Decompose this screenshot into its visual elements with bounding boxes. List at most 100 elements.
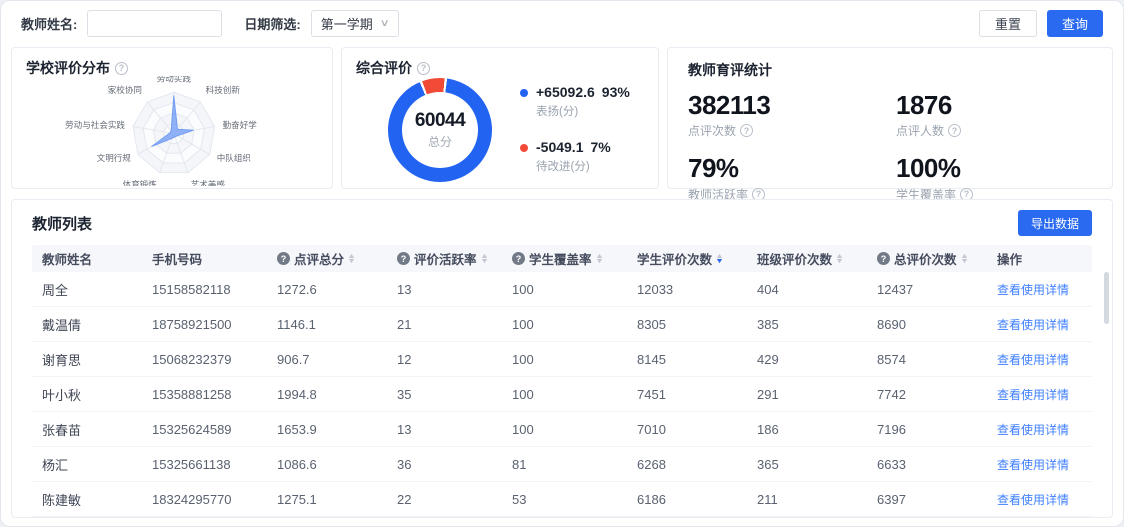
radar-axis-label: 劳动与社会实践: [65, 119, 125, 130]
search-button[interactable]: 查询: [1047, 10, 1103, 37]
sort-icon[interactable]: ▲▼: [596, 254, 603, 264]
radar-axis-label: 劳动实践: [157, 76, 192, 83]
stat-value: 382113: [688, 92, 896, 119]
help-icon[interactable]: ?: [115, 62, 128, 75]
sort-icon[interactable]: ▲▼: [961, 254, 968, 264]
teacher-name-input[interactable]: [87, 10, 222, 37]
column-header-6[interactable]: 学生评价次数▲▼: [627, 249, 747, 268]
table-cell: 1653.9: [267, 422, 387, 437]
table-cell: 385: [747, 317, 867, 332]
sort-desc-icon: ▼: [715, 259, 724, 264]
table-cell: 21: [387, 317, 502, 332]
column-header-8[interactable]: ? 总评价次数 ▲▼: [867, 249, 987, 268]
table-cell: 8574: [867, 352, 987, 367]
column-label: 班级评价次数: [757, 249, 832, 268]
table-cell: 6186: [627, 492, 747, 507]
view-details-link[interactable]: 查看使用详情: [997, 423, 1069, 437]
column-label: 操作: [997, 249, 1022, 268]
help-icon[interactable]: ?: [512, 252, 525, 265]
column-label: 点评总分: [294, 249, 344, 268]
table-cell: 7451: [627, 387, 747, 402]
table-row: 陈建敏183242957701275.1225361862116397查看使用详…: [32, 482, 1092, 517]
column-label: 评价活跃率: [414, 249, 477, 268]
date-filter-select[interactable]: 第一学期 ∨: [311, 10, 399, 37]
radar-axis-label: 文明行规: [97, 152, 132, 163]
table-cell: 12437: [867, 282, 987, 297]
column-header-4[interactable]: ? 评价活跃率 ▲▼: [387, 249, 502, 268]
table-cell: 100: [502, 317, 627, 332]
view-details-link[interactable]: 查看使用详情: [997, 458, 1069, 472]
donut-chart: 60044 总分: [388, 78, 492, 182]
sort-icon[interactable]: ▲▼: [481, 254, 488, 264]
stat-item: 79%教师活跃率?: [688, 155, 896, 202]
legend-label: 表扬(分): [536, 103, 630, 119]
table-row: 周全151585821181272.6131001203340412437查看使…: [32, 272, 1092, 307]
legend-item: -5049.17%待改进(分): [520, 139, 630, 174]
table-cell-actions: 查看使用详情: [987, 316, 1092, 333]
help-icon[interactable]: ?: [417, 62, 430, 75]
reset-button[interactable]: 重置: [979, 10, 1037, 37]
table-cell: 906.7: [267, 352, 387, 367]
legend-percent: 93%: [602, 84, 630, 100]
table-cell: 53: [502, 492, 627, 507]
table-cell: 1275.1: [267, 492, 387, 507]
legend-dot: [520, 144, 528, 152]
summary-cards-row: 学校评价分布 ? 劳动实践科技创新勤奋好学中队组织艺术美感体育锻炼文明行规劳动与…: [11, 47, 1113, 189]
table-cell: 杨汇: [32, 455, 142, 474]
legend-item: +65092.693%表扬(分): [520, 84, 630, 119]
table-cell: 8690: [867, 317, 987, 332]
stat-item: 382113点评次数?: [688, 92, 896, 139]
table-cell: 周全: [32, 280, 142, 299]
stats-card-title-row: 教师育评统计: [688, 60, 1092, 80]
donut-total-label: 总分: [428, 133, 452, 150]
table-cell: 张春苗: [32, 420, 142, 439]
table-cell: 戴温倩: [32, 315, 142, 334]
teacher-name-label: 教师姓名:: [21, 14, 77, 33]
legend-label: 待改进(分): [536, 158, 611, 174]
sort-icon[interactable]: ▲▼: [716, 254, 723, 264]
help-icon[interactable]: ?: [877, 252, 890, 265]
column-label: 学生覆盖率: [529, 249, 592, 268]
table-cell: 6633: [867, 457, 987, 472]
export-data-button[interactable]: 导出数据: [1018, 210, 1092, 236]
donut-total-value: 60044: [415, 110, 465, 132]
table-cell: 35: [387, 387, 502, 402]
radar-axis-label: 体育锻炼: [123, 179, 158, 186]
table-cell: 100: [502, 282, 627, 297]
help-icon[interactable]: ?: [740, 124, 753, 137]
table-title: 教师列表: [32, 213, 92, 234]
sort-icon[interactable]: ▲▼: [348, 254, 355, 264]
sort-icon[interactable]: ▲▼: [836, 254, 843, 264]
dashboard-panel: 教师姓名: 日期筛选: 第一学期 ∨ 重置 查询 学校评价分布 ? 劳动实践科技…: [0, 0, 1124, 527]
help-icon[interactable]: ?: [397, 252, 410, 265]
column-header-7[interactable]: 班级评价次数 ▲▼: [747, 249, 867, 268]
help-icon[interactable]: ?: [277, 252, 290, 265]
view-details-link[interactable]: 查看使用详情: [997, 388, 1069, 402]
column-header-9: 操作: [987, 249, 1092, 268]
table-toolbar: 教师列表 导出数据: [32, 210, 1092, 236]
school-evaluation-card: 学校评价分布 ? 劳动实践科技创新勤奋好学中队组织艺术美感体育锻炼文明行规劳动与…: [11, 47, 333, 189]
table-cell: 陈建敏: [32, 490, 142, 509]
column-header-3[interactable]: ? 点评总分 ▲▼: [267, 249, 387, 268]
table-row: 杨汇153256611381086.6368162683656633查看使用详情: [32, 447, 1092, 482]
column-header-5[interactable]: ? 学生覆盖率 ▲▼: [502, 249, 627, 268]
table-cell: 7742: [867, 387, 987, 402]
view-details-link[interactable]: 查看使用详情: [997, 353, 1069, 367]
table-cell: 1146.1: [267, 317, 387, 332]
table-scrollbar[interactable]: [1104, 272, 1109, 324]
table-body: 周全151585821181272.6131001203340412437查看使…: [32, 272, 1092, 517]
table-cell: 6397: [867, 492, 987, 507]
view-details-link[interactable]: 查看使用详情: [997, 283, 1069, 297]
donut-legend: +65092.693%表扬(分)-5049.17%待改进(分): [520, 84, 630, 174]
radar-axis-label: 中队组织: [217, 152, 252, 163]
table-cell: 13: [387, 422, 502, 437]
column-label: 总评价次数: [894, 249, 957, 268]
table-cell: 谢育思: [32, 350, 142, 369]
view-details-link[interactable]: 查看使用详情: [997, 318, 1069, 332]
table-cell: 365: [747, 457, 867, 472]
view-details-link[interactable]: 查看使用详情: [997, 493, 1069, 507]
table-cell: 12: [387, 352, 502, 367]
table-row: 谢育思15068232379906.71210081454298574查看使用详…: [32, 342, 1092, 377]
sort-desc-icon: ▼: [479, 259, 488, 264]
help-icon[interactable]: ?: [948, 124, 961, 137]
